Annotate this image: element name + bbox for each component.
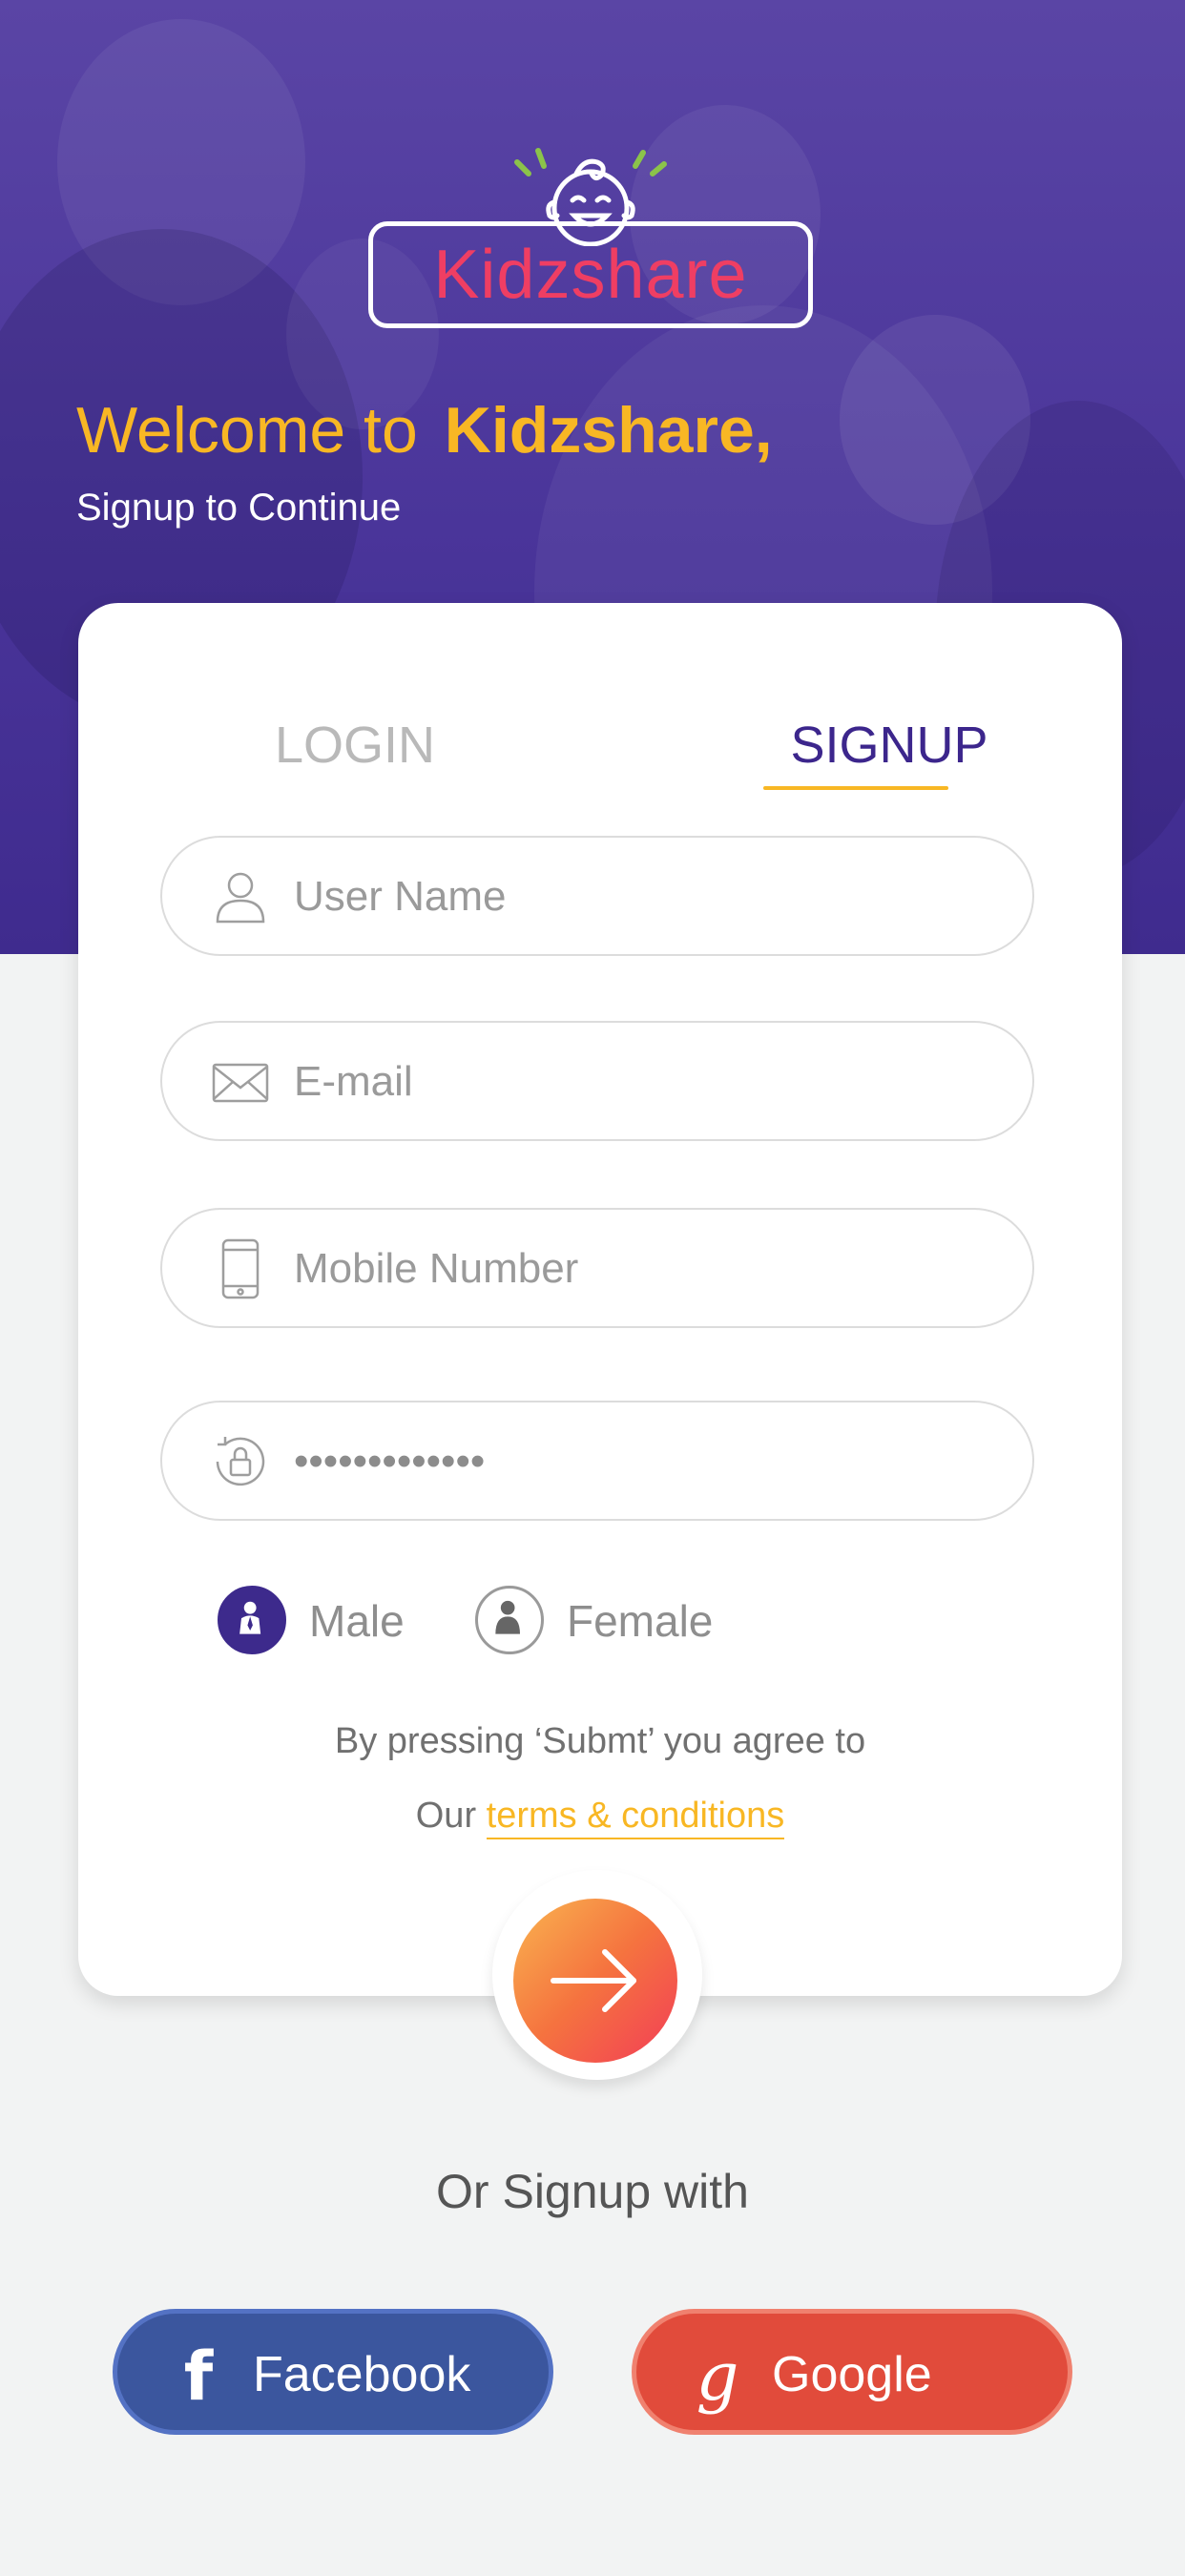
welcome-subtitle: Signup to Continue [76,487,402,529]
mobile-field[interactable] [160,1208,1034,1328]
phone-icon [210,1238,271,1299]
username-input[interactable] [292,840,1002,954]
logo-text: Kidzshare [433,237,748,313]
mobile-input[interactable] [292,1212,1002,1326]
male-radio-selected-icon [218,1586,286,1654]
signup-card: LOGIN SIGNUP Male Female [78,603,1122,1996]
welcome-prefix: Welcome to [76,394,418,467]
female-radio-icon [475,1586,544,1654]
facebook-label: Facebook [253,2347,471,2402]
terms-link[interactable]: terms & conditions [486,1796,785,1839]
user-icon [210,866,271,927]
gender-female-option[interactable]: Female [475,1586,742,1658]
email-field[interactable] [160,1021,1034,1141]
submit-button[interactable] [513,1899,677,2063]
facebook-signup-button[interactable]: f Facebook [113,2309,553,2435]
social-signup-heading: Or Signup with [436,2165,749,2218]
password-input[interactable] [292,1404,1002,1519]
welcome-brand: Kidzshare, [444,394,773,467]
facebook-icon: f [183,2337,214,2416]
active-tab-indicator [763,786,948,790]
male-label: Male [309,1596,405,1646]
agreement-prefix: Our [415,1796,477,1836]
lock-icon [210,1431,271,1492]
agreement-text: By pressing ‘Submt’ you agree to [334,1721,866,1761]
app-logo: Kidzshare [368,141,819,338]
tab-signup[interactable]: SIGNUP [746,716,1032,775]
tab-login[interactable]: LOGIN [240,716,469,775]
female-label: Female [567,1596,714,1646]
gender-male-option[interactable]: Male [218,1586,427,1658]
email-input[interactable] [292,1025,1002,1139]
google-icon: g [696,2337,739,2416]
password-field[interactable] [160,1401,1034,1521]
arrow-right-icon [551,1949,636,2012]
welcome-heading: Welcome to Kidzshare, [76,393,773,467]
google-label: Google [772,2347,932,2402]
username-field[interactable] [160,836,1034,956]
mail-icon [210,1051,271,1112]
google-signup-button[interactable]: g Google [632,2309,1072,2435]
agreement-terms-line: Our terms & conditions [78,1796,1122,1839]
